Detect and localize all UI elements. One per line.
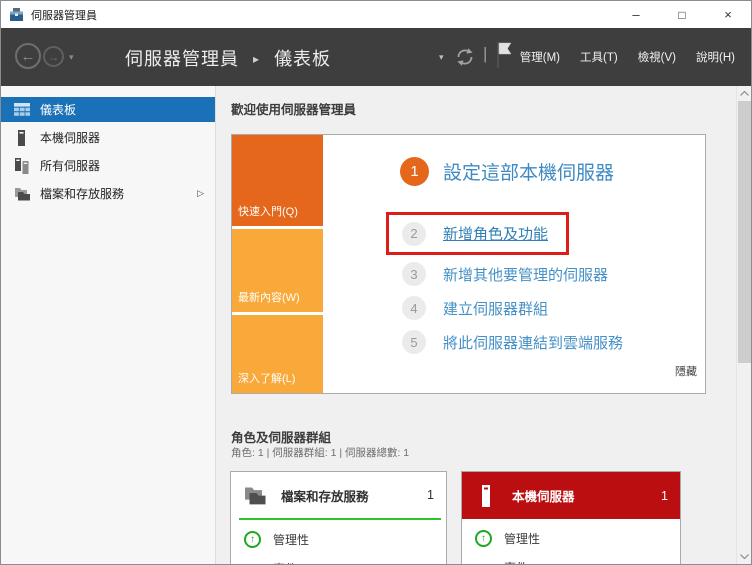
submenu-arrow-icon[interactable]: ▷ <box>197 188 204 199</box>
step-number-badge: 3 <box>402 262 426 286</box>
dashboard-grid-icon <box>13 103 30 116</box>
scrollbar-thumb[interactable] <box>738 101 751 363</box>
tile-row-label: 事件 <box>504 559 528 565</box>
sidebar: 儀表板 本機伺服器 所有伺服器 <box>1 86 216 564</box>
step-link[interactable]: 新增其他要管理的伺服器 <box>443 264 608 285</box>
vertical-scrollbar <box>736 86 751 564</box>
all-servers-icon <box>13 158 30 174</box>
menu-manage[interactable]: 管理(M) <box>510 41 570 73</box>
red-highlight-box: 2 新增角色及功能 <box>386 212 569 255</box>
sidebar-item-label: 檔案和存放服務 <box>40 185 124 202</box>
welcome-tab-column: 快速入門(Q) 最新內容(W) 深入了解(L) <box>232 135 323 393</box>
dashboard-content: 歡迎使用伺服器管理員 快速入門(Q) 最新內容(W) 深入了解(L) 1 設定這… <box>216 86 751 564</box>
step-link[interactable]: 建立伺服器群組 <box>443 298 548 319</box>
tile-count: 1 <box>427 488 434 502</box>
status-line-green <box>239 518 441 520</box>
step-number-badge: 2 <box>402 222 426 246</box>
window-title: 伺服器管理員 <box>31 7 97 23</box>
forward-button[interactable]: → <box>43 46 64 67</box>
tab-quick-start[interactable]: 快速入門(Q) <box>232 135 323 226</box>
menu-bar: 管理(M) 工具(T) 檢視(V) 說明(H) <box>510 28 745 86</box>
tile-row-label: 管理性 <box>273 531 309 548</box>
step-add-other-servers: 3 新增其他要管理的伺服器 <box>402 262 608 286</box>
row-icon-placeholder <box>244 560 261 565</box>
history-dropdown-icon[interactable]: ▾ <box>69 52 74 63</box>
nav-divider: | <box>483 44 487 64</box>
minimize-button[interactable]: – <box>613 1 659 28</box>
sidebar-item-all-servers[interactable]: 所有伺服器 <box>1 153 215 178</box>
local-server-white-icon <box>474 485 498 507</box>
tile-name: 檔案和存放服務 <box>281 486 369 505</box>
welcome-tile: 快速入門(Q) 最新內容(W) 深入了解(L) 1 設定這部本機伺服器 2 <box>231 134 706 394</box>
sidebar-item-label: 所有伺服器 <box>40 157 100 174</box>
file-storage-icon <box>13 187 30 201</box>
breadcrumb-separator-icon: ▸ <box>253 52 260 66</box>
tile-row-label: 事件 <box>273 560 297 565</box>
local-server-icon <box>13 130 30 146</box>
scroll-down-icon[interactable] <box>737 549 751 564</box>
tile-count: 1 <box>661 489 668 503</box>
tab-label: 最新內容(W) <box>238 289 300 305</box>
sidebar-item-local-server[interactable]: 本機伺服器 <box>1 125 215 150</box>
body-area: 儀表板 本機伺服器 所有伺服器 <box>1 86 751 564</box>
step-link[interactable]: 設定這部本機伺服器 <box>443 158 614 185</box>
roles-section-heading: 角色及伺服器群組 <box>231 427 331 446</box>
tab-label: 快速入門(Q) <box>238 203 298 219</box>
menu-tools[interactable]: 工具(T) <box>570 41 628 73</box>
breadcrumb-current: 儀表板 <box>274 49 331 69</box>
sidebar-item-dashboard[interactable]: 儀表板 <box>1 97 215 122</box>
tile-row-events[interactable]: 事件 <box>231 558 446 564</box>
step-number-badge: 1 <box>400 157 429 186</box>
server-manager-window: 伺服器管理員 – □ × ← → ▾ 伺服器管理員 ▸ 儀表板 ▾ | <box>0 0 752 565</box>
refresh-icon[interactable] <box>453 45 477 69</box>
row-icon-placeholder <box>475 559 492 565</box>
close-button[interactable]: × <box>705 1 751 28</box>
back-icon: ← <box>21 48 36 65</box>
server-manager-icon <box>9 7 24 22</box>
tile-header[interactable]: 本機伺服器 1 <box>462 472 680 519</box>
step-connect-cloud-services: 5 將此伺服器連結到雲端服務 <box>402 330 623 354</box>
maximize-button[interactable]: □ <box>659 1 705 28</box>
step-configure-local-server: 1 設定這部本機伺服器 <box>400 157 614 186</box>
window-controls: – □ × <box>613 1 751 28</box>
scroll-up-icon[interactable] <box>737 86 751 101</box>
tile-row-manageability[interactable]: ↑ 管理性 <box>231 529 446 549</box>
tab-whats-new[interactable]: 最新內容(W) <box>232 229 323 312</box>
step-link[interactable]: 將此伺服器連結到雲端服務 <box>443 332 623 353</box>
sidebar-item-label: 儀表板 <box>40 101 76 118</box>
add-roles-features-link[interactable]: 新增角色及功能 <box>443 223 548 244</box>
manageability-up-icon: ↑ <box>475 530 492 547</box>
tab-learn-more[interactable]: 深入了解(L) <box>232 315 323 393</box>
file-storage-icon <box>243 486 267 505</box>
step-create-server-group: 4 建立伺服器群組 <box>402 296 548 320</box>
tile-row-manageability[interactable]: ↑ 管理性 <box>462 528 680 548</box>
roles-section-summary: 角色: 1 | 伺服器群組: 1 | 伺服器總數: 1 <box>231 445 409 460</box>
navigation-bar: ← → ▾ 伺服器管理員 ▸ 儀表板 ▾ | 管理(M) 工具(T) 檢視(V)… <box>1 28 751 86</box>
step-add-roles-features: 2 新增角色及功能 <box>402 222 548 246</box>
title-bar: 伺服器管理員 – □ × <box>1 1 751 28</box>
back-button[interactable]: ← <box>15 43 41 69</box>
menu-help[interactable]: 說明(H) <box>686 41 745 73</box>
sidebar-item-file-storage-services[interactable]: 檔案和存放服務 ▷ <box>1 181 215 206</box>
tab-label: 深入了解(L) <box>238 370 295 386</box>
tile-row-events[interactable]: 事件 <box>462 557 680 564</box>
menu-view[interactable]: 檢視(V) <box>628 41 686 73</box>
hide-link[interactable]: 隱藏 <box>675 363 697 379</box>
welcome-heading: 歡迎使用伺服器管理員 <box>231 99 356 118</box>
forward-icon: → <box>48 50 60 64</box>
manageability-up-icon: ↑ <box>244 531 261 548</box>
refresh-dropdown-icon[interactable]: ▾ <box>439 52 444 63</box>
tile-local-server: 本機伺服器 1 ↑ 管理性 事件 <box>461 471 681 564</box>
sidebar-item-label: 本機伺服器 <box>40 129 100 146</box>
step-number-badge: 4 <box>402 296 426 320</box>
tile-row-label: 管理性 <box>504 530 540 547</box>
tile-file-storage-services: 檔案和存放服務 1 ↑ 管理性 事件 <box>230 471 447 564</box>
step-number-badge: 5 <box>402 330 426 354</box>
breadcrumb: 伺服器管理員 ▸ 儀表板 <box>125 45 331 71</box>
breadcrumb-root[interactable]: 伺服器管理員 <box>125 49 239 69</box>
tile-name: 本機伺服器 <box>512 486 575 505</box>
tile-header[interactable]: 檔案和存放服務 1 <box>231 472 446 518</box>
